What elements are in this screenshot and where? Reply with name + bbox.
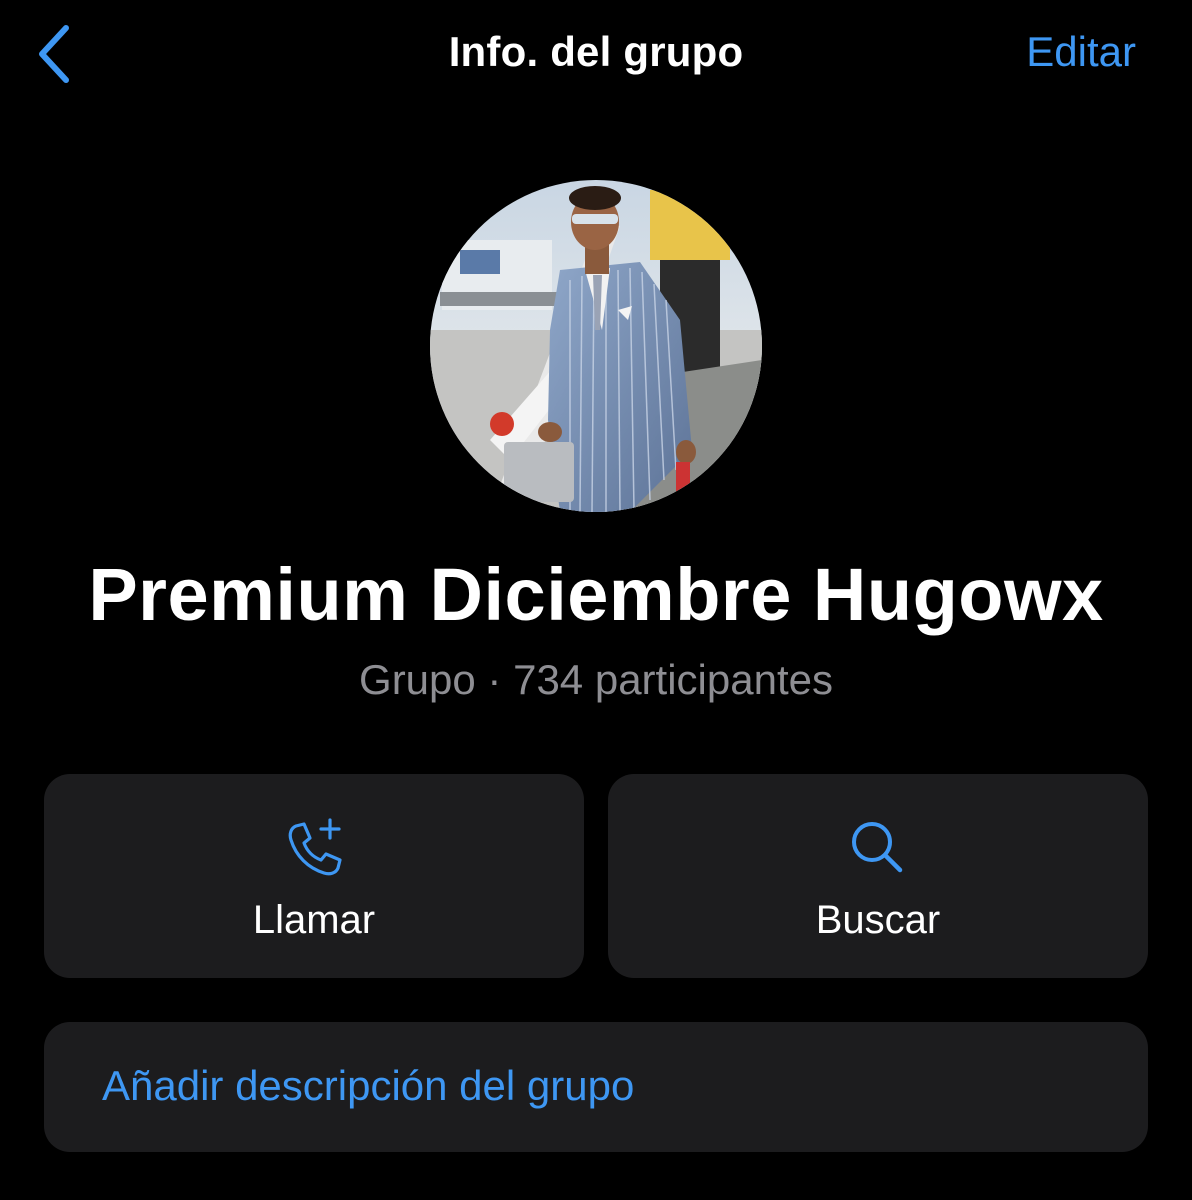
edit-button[interactable]: Editar [1026, 28, 1136, 76]
add-description-link[interactable]: Añadir descripción del grupo [102, 1062, 634, 1110]
call-label: Llamar [252, 898, 376, 942]
search-icon [852, 822, 903, 873]
search-button[interactable]: Buscar [608, 774, 1148, 978]
navigation-bar: Info. del grupo Editar [0, 0, 1192, 110]
group-avatar[interactable] [430, 180, 762, 512]
group-subtitle: Grupo · 734 participantes [359, 656, 833, 703]
description-card[interactable]: Añadir descripción del grupo [44, 1022, 1148, 1152]
phone-plus-icon [288, 818, 342, 876]
search-label: Buscar [815, 898, 941, 942]
page-title: Info. del grupo [448, 28, 744, 75]
call-button[interactable]: Llamar [44, 774, 584, 978]
group-name: Premium Diciembre Hugowx [88, 553, 1104, 636]
